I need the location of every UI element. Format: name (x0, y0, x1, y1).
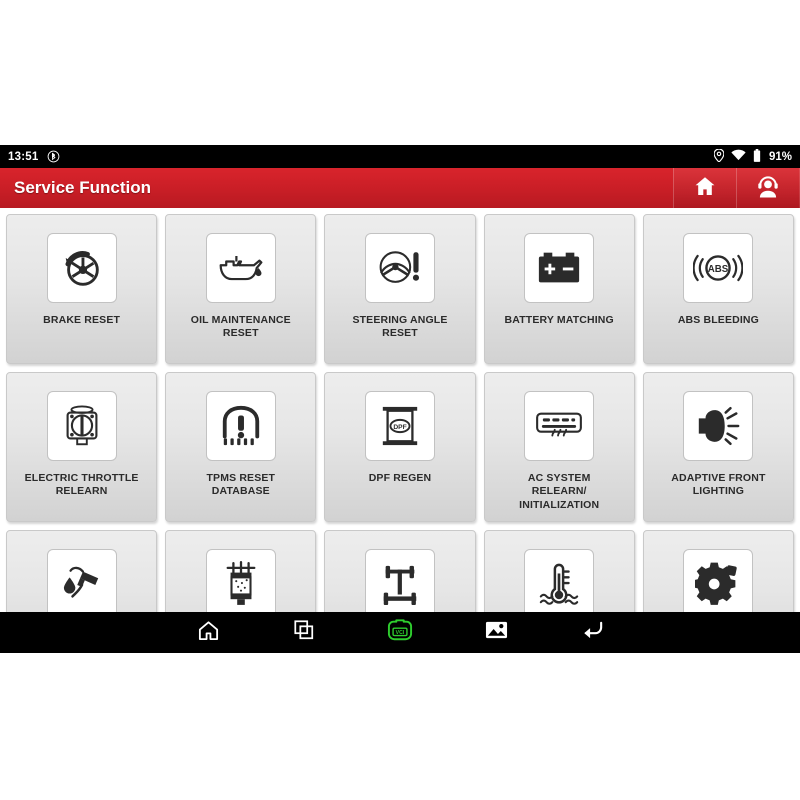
fuel-nozzle-icon (46, 549, 117, 619)
screenshot-gallery-icon (485, 620, 508, 645)
service-function-grid-wrapper: BRAKE RESET OIL MAINTENANCE RESET STEERI… (0, 208, 800, 653)
tile-ac-system-relearn[interactable]: AC SYSTEM RELEARN/ INITIALIZATION (483, 372, 635, 522)
tile-label: ABS BLEEDING (677, 314, 759, 326)
abs-warning-icon: ABS (683, 233, 754, 303)
svg-text:ABS: ABS (708, 264, 729, 275)
location-pin-icon (713, 147, 725, 165)
tile-label: AC SYSTEM RELEARN/ INITIALIZATION (519, 472, 600, 511)
nav-back-button[interactable] (544, 619, 640, 646)
coolant-temperature-icon (524, 549, 595, 619)
tile-electric-throttle-relearn[interactable]: ELECTRIC THROTTLE RELEARN (6, 372, 158, 522)
chassis-suspension-icon (364, 549, 435, 619)
nav-recent-apps-button[interactable] (256, 619, 352, 646)
svg-text:VCI: VCI (396, 630, 405, 636)
page-title: Service Function (14, 178, 151, 197)
tile-label: ADAPTIVE FRONT LIGHTING (671, 472, 766, 498)
tile-label: STEERING ANGLE RESET (352, 314, 448, 340)
bluetooth-circle-icon (47, 150, 60, 163)
nav-vci-button[interactable]: VCI (352, 618, 448, 647)
tire-pressure-warning-icon (205, 391, 276, 461)
service-function-grid: BRAKE RESET OIL MAINTENANCE RESET STEERI… (6, 214, 794, 653)
battery-level-label: 91% (768, 150, 792, 163)
tile-label: BRAKE RESET (43, 314, 121, 326)
gear-settings-icon (683, 549, 754, 619)
system-navigation-bar: VCI (0, 612, 800, 653)
tile-label: ELECTRIC THROTTLE RELEARN (24, 472, 139, 498)
battery-icon (753, 148, 761, 165)
wifi-icon (731, 149, 746, 164)
status-bar-time: 13:51 (8, 150, 39, 163)
status-bar-indicators: 91% (713, 147, 792, 165)
fuel-injector-icon (205, 549, 276, 619)
back-icon (580, 619, 605, 646)
tile-battery-matching[interactable]: BATTERY MATCHING (483, 214, 635, 364)
steering-wheel-warning-icon (364, 233, 435, 303)
header-support-button[interactable] (736, 168, 800, 208)
svg-text:DPF: DPF (393, 424, 406, 431)
headlight-beam-icon (683, 391, 754, 461)
status-bar: 13:51 91% (0, 145, 800, 168)
throttle-body-icon (46, 391, 117, 461)
tile-oil-maintenance-reset[interactable]: OIL MAINTENANCE RESET (165, 214, 317, 364)
tile-steering-angle-reset[interactable]: STEERING ANGLE RESET (324, 214, 476, 364)
tablet-screen: 13:51 91% Service Function BRAKE RESET O… (0, 145, 800, 653)
tile-abs-bleeding[interactable]: ABS ABS BLEEDING (642, 214, 794, 364)
car-battery-icon (524, 233, 595, 303)
nav-screenshot-button[interactable] (448, 620, 544, 645)
tile-brake-reset[interactable]: BRAKE RESET (6, 214, 158, 364)
ac-unit-icon (524, 391, 595, 461)
vci-connector-icon: VCI (385, 618, 415, 647)
tile-dpf-regen[interactable]: DPF DPF REGEN (324, 372, 476, 522)
tile-label: BATTERY MATCHING (504, 314, 614, 326)
header-actions (673, 168, 800, 208)
tile-tpms-reset-database[interactable]: TPMS RESET DATABASE (165, 372, 317, 522)
nav-home-button[interactable] (160, 619, 256, 647)
home-icon (693, 174, 717, 203)
oil-can-icon (205, 233, 276, 303)
tile-label: DPF REGEN (368, 472, 432, 484)
dpf-filter-icon: DPF (364, 391, 435, 461)
recent-apps-icon (293, 619, 315, 646)
tile-label: TPMS RESET DATABASE (206, 472, 276, 498)
home-icon (197, 619, 220, 647)
tile-adaptive-front-lighting[interactable]: ADAPTIVE FRONT LIGHTING (642, 372, 794, 522)
support-agent-icon (755, 174, 781, 203)
header-home-button[interactable] (673, 168, 736, 208)
tile-label: OIL MAINTENANCE RESET (190, 314, 291, 340)
app-header: Service Function (0, 168, 800, 208)
brake-rotor-icon (46, 233, 117, 303)
